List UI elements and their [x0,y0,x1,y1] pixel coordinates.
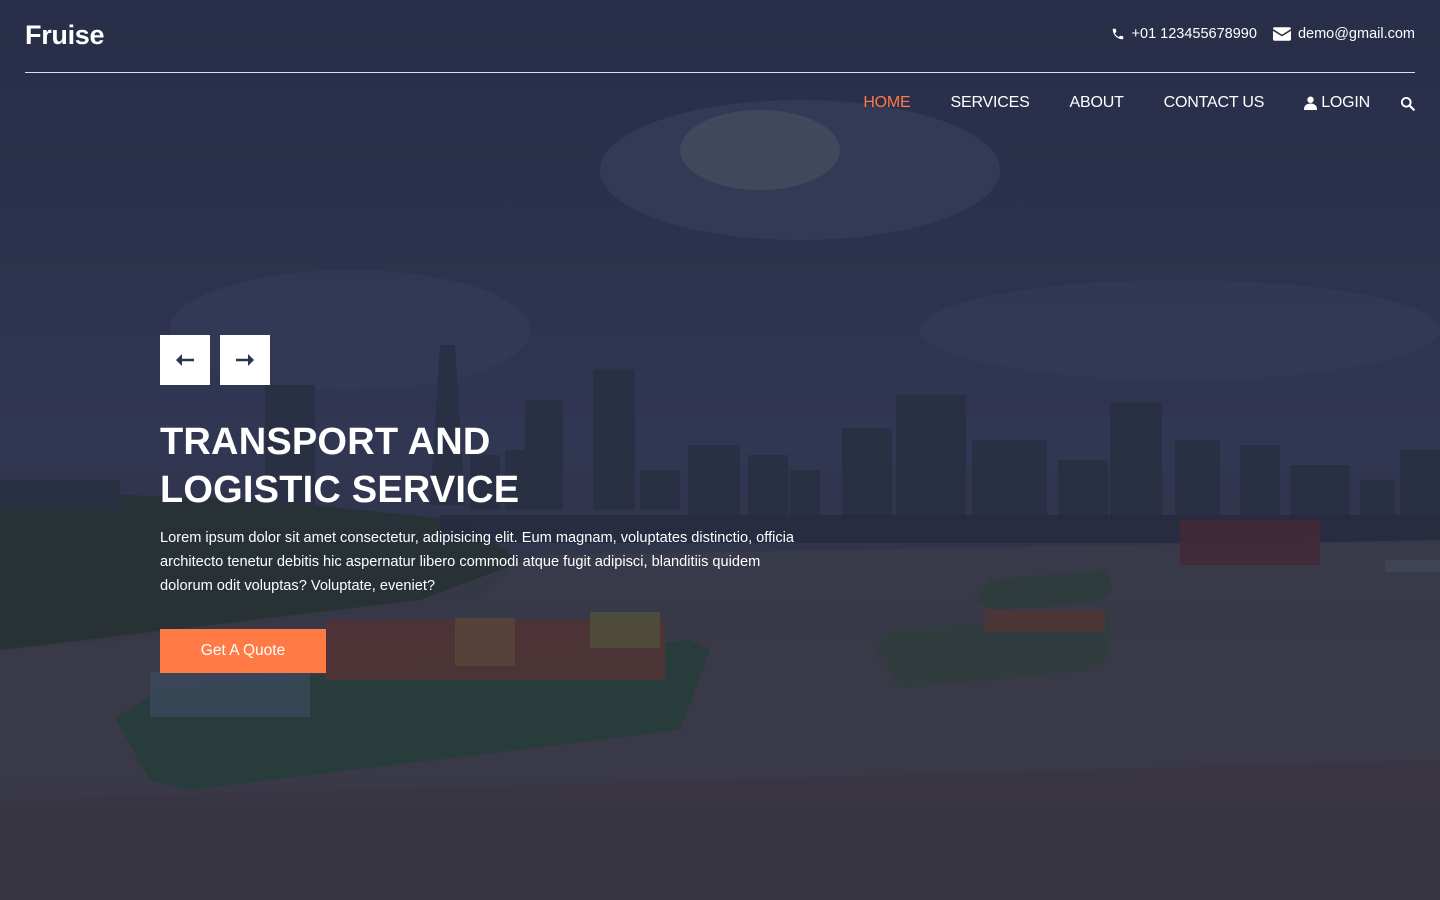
nav-item-services[interactable]: SERVICES [951,94,1030,112]
contact-info: +01 123455678990 demo@gmail.com [1095,26,1415,42]
contact-email[interactable]: demo@gmail.com [1272,26,1415,42]
search-button[interactable] [1400,96,1415,111]
slider-prev-button[interactable] [160,335,210,385]
hero-headline: TRANSPORT AND LOGISTIC SERVICE [160,418,519,514]
get-a-quote-button[interactable]: Get A Quote [160,629,326,673]
contact-phone[interactable]: +01 123455678990 [1111,26,1257,42]
login-link[interactable]: LOGIN [1304,94,1370,112]
hero-section: Fruise +01 123455678990 demo@gmail.com H… [0,0,1440,900]
hero-description: Lorem ipsum dolor sit amet consectetur, … [160,530,795,594]
nav-item-about[interactable]: ABOUT [1070,94,1124,112]
brand-logo[interactable]: Fruise [25,20,105,51]
arrow-right-icon [236,354,254,366]
slider-next-button[interactable] [220,335,270,385]
headline-line-2: LOGISTIC SERVICE [160,469,520,511]
login-label: LOGIN [1321,94,1370,111]
nav-item-home[interactable]: HOME [863,94,910,112]
search-icon [1400,96,1415,111]
headline-line-1: TRANSPORT AND [160,421,491,463]
email-address: demo@gmail.com [1297,26,1415,42]
phone-number: +01 123455678990 [1131,26,1257,42]
phone-icon [1112,28,1123,40]
arrow-left-icon [176,354,194,366]
nav-item-contact-us[interactable]: CONTACT US [1164,94,1265,112]
main-nav: HOME SERVICES ABOUT CONTACT US LOGIN [823,94,1415,112]
envelope-icon [1272,27,1291,41]
top-bar: Fruise +01 123455678990 demo@gmail.com [25,0,1415,73]
user-icon [1304,96,1318,110]
slider-controls [160,335,280,385]
